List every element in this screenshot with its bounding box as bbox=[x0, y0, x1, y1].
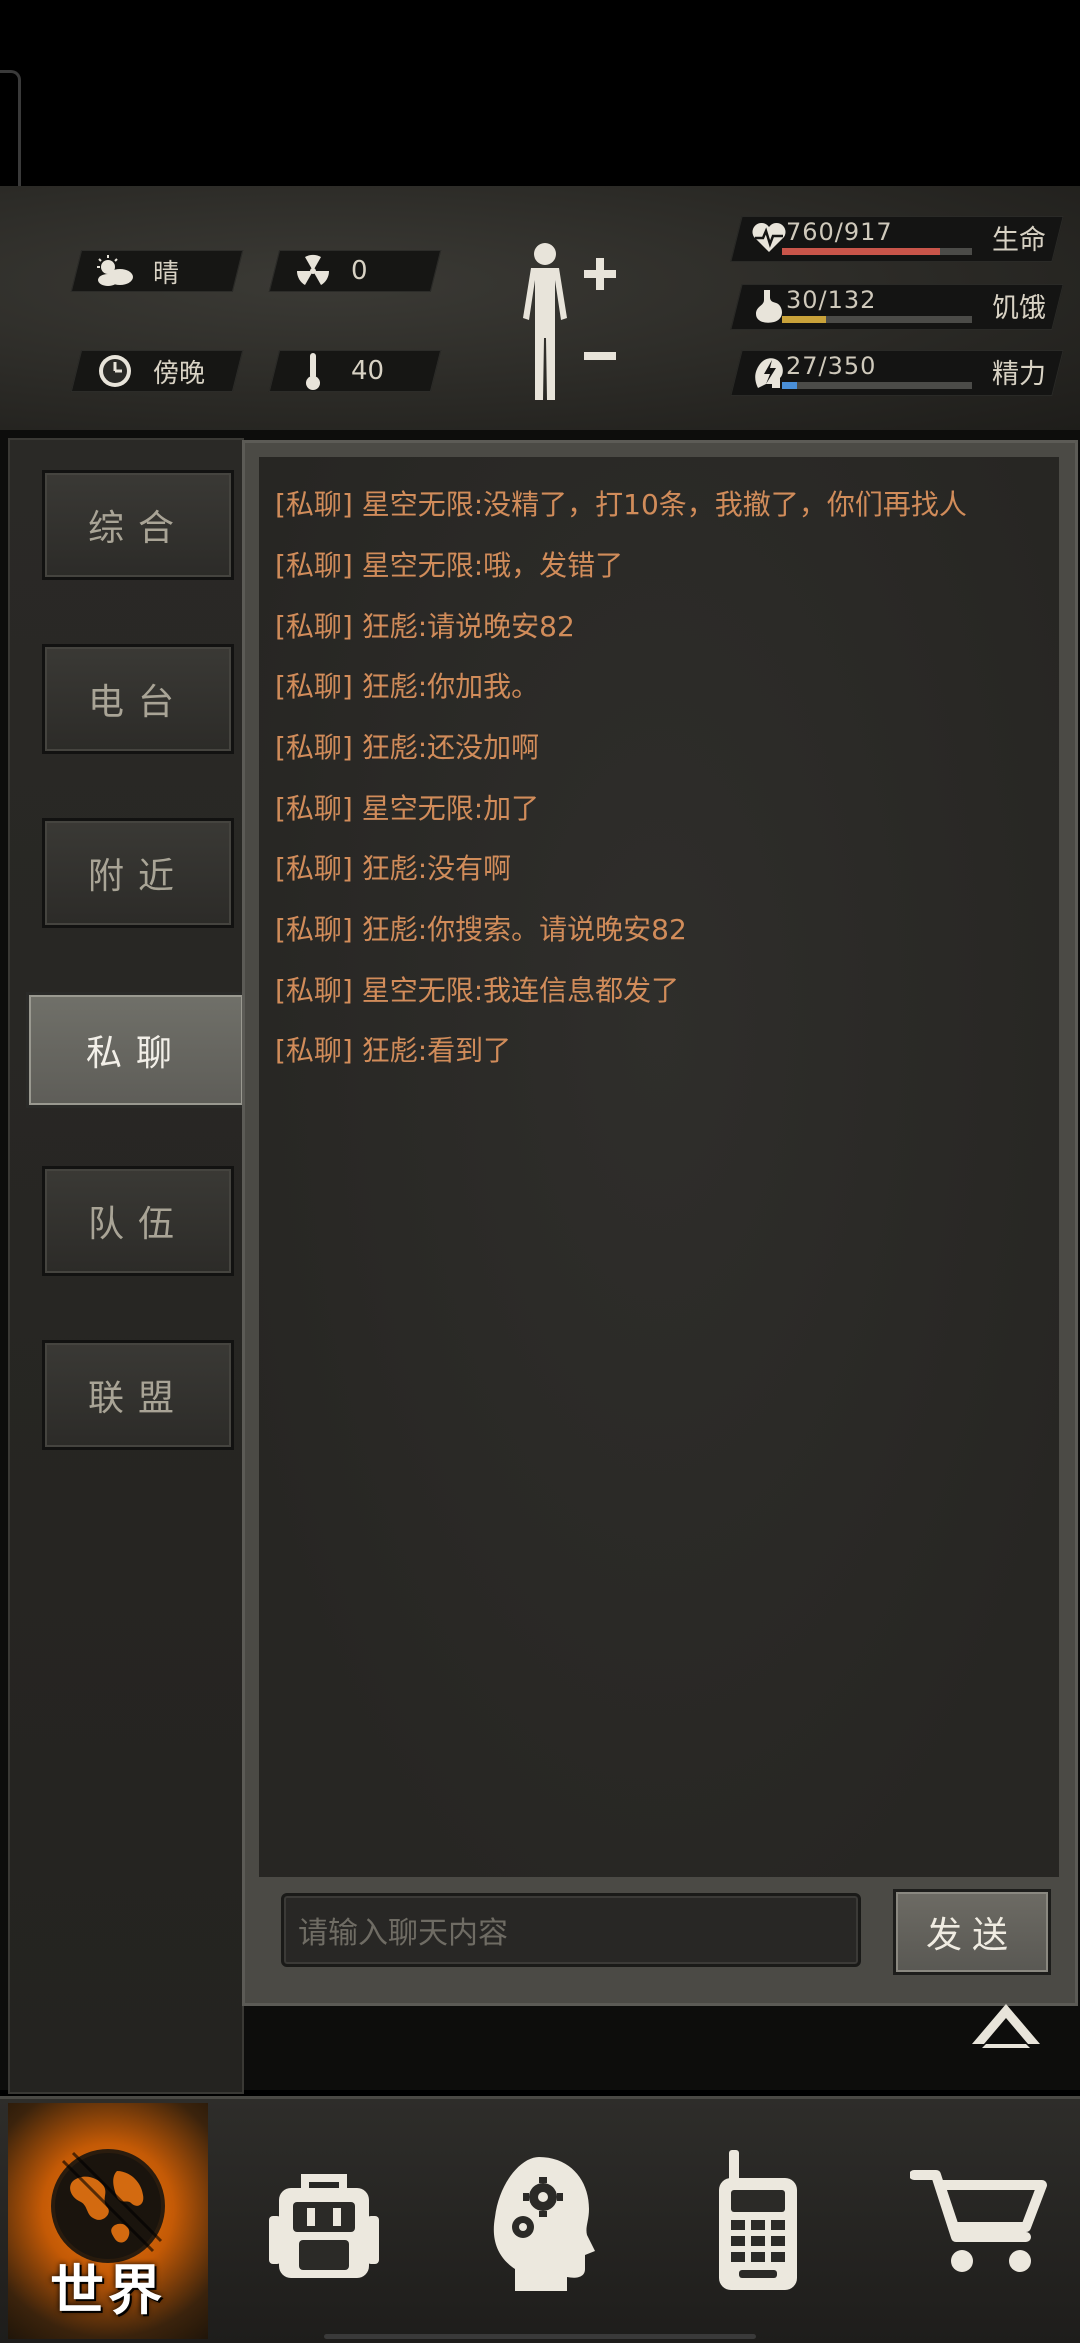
time-pill: 傍晚 bbox=[70, 350, 244, 392]
energy-stat: 27/350 精力 bbox=[730, 350, 1064, 396]
tab-nearby[interactable]: 附近 bbox=[42, 818, 234, 928]
nav-skills[interactable] bbox=[444, 2103, 640, 2339]
chat-panel: [私聊] 星空无限:没精了，打10条，我撤了，你们再找人 [私聊] 星空无限:哦… bbox=[242, 440, 1078, 2006]
chat-message: [私聊] 狂彪:还没加啊 bbox=[275, 731, 540, 764]
radiation-icon bbox=[291, 254, 335, 288]
nav-backpack[interactable] bbox=[226, 2103, 422, 2339]
bottom-nav: 世界 bbox=[0, 2096, 1080, 2343]
time-of-day-value: 傍晚 bbox=[153, 358, 206, 389]
hunger-bar-fill bbox=[782, 316, 826, 323]
walkie-talkie-icon bbox=[719, 2150, 797, 2290]
chat-input[interactable]: 请输入聊天内容 bbox=[281, 1893, 861, 1967]
energy-label: 精力 bbox=[992, 359, 1046, 390]
chat-message: [私聊] 狂彪:你加我。 bbox=[275, 670, 540, 703]
weather-pill: 晴 bbox=[70, 250, 244, 292]
thermometer-icon bbox=[291, 353, 335, 390]
temperature-value: 40 bbox=[351, 356, 385, 386]
partly-sunny-icon bbox=[93, 254, 137, 288]
nav-radio[interactable] bbox=[660, 2103, 856, 2339]
cart-icon bbox=[910, 2170, 1047, 2272]
hunger-bar bbox=[782, 316, 972, 323]
chat-message: [私聊] 狂彪:看到了 bbox=[275, 1034, 512, 1067]
chat-message: [私聊] 狂彪:没有啊 bbox=[275, 852, 512, 885]
collapse-up-icon[interactable] bbox=[968, 2000, 1044, 2052]
radiation-pill: 0 bbox=[268, 250, 442, 292]
health-value: 760/917 bbox=[786, 218, 893, 246]
chat-screen: 综合 电台 附近 私聊 队伍 联盟 [私聊] 星空无限:没精了，打10条，我撤了… bbox=[0, 430, 1080, 2094]
energy-bar-fill bbox=[782, 382, 797, 389]
health-stat: 760/917 生命 bbox=[730, 216, 1064, 262]
nav-world-label: 世界 bbox=[50, 2259, 166, 2322]
hunger-label: 饥饿 bbox=[992, 293, 1046, 324]
tab-radio[interactable]: 电台 bbox=[42, 644, 234, 754]
radiation-value: 0 bbox=[351, 256, 368, 286]
tab-team[interactable]: 队伍 bbox=[42, 1166, 234, 1276]
status-bar bbox=[0, 0, 1080, 186]
status-hud: 晴 0 傍晚 40 760/917 生命 30/132 饥饿 27/350 精力 bbox=[0, 186, 1080, 434]
chat-message: [私聊] 狂彪:请说晚安82 bbox=[275, 610, 575, 643]
chat-message: [私聊] 星空无限:加了 bbox=[275, 792, 540, 825]
body-status-icon[interactable] bbox=[518, 240, 628, 410]
tab-general[interactable]: 综合 bbox=[42, 470, 234, 580]
chat-log[interactable]: [私聊] 星空无限:没精了，打10条，我撤了，你们再找人 [私聊] 星空无限:哦… bbox=[259, 457, 1059, 1877]
hunger-value: 30/132 bbox=[786, 286, 877, 314]
nav-shop[interactable] bbox=[882, 2103, 1078, 2339]
health-bar bbox=[782, 248, 972, 255]
nav-world[interactable]: 世界 bbox=[8, 2103, 208, 2339]
health-label: 生命 bbox=[992, 225, 1046, 256]
backpack-icon bbox=[269, 2174, 379, 2278]
home-indicator bbox=[324, 2334, 756, 2339]
temperature-pill: 40 bbox=[268, 350, 442, 392]
clock-icon bbox=[93, 354, 137, 388]
tab-alliance[interactable]: 联盟 bbox=[42, 1340, 234, 1450]
tab-private-chat[interactable]: 私聊 bbox=[26, 992, 246, 1108]
send-button[interactable]: 发送 bbox=[893, 1889, 1051, 1975]
energy-bar bbox=[782, 382, 972, 389]
hunger-stat: 30/132 饥饿 bbox=[730, 284, 1064, 330]
weather-value: 晴 bbox=[153, 258, 180, 289]
chat-message: [私聊] 星空无限:我连信息都发了 bbox=[275, 974, 680, 1007]
health-bar-fill bbox=[782, 248, 940, 255]
chat-message: [私聊] 狂彪:你搜索。请说晚安82 bbox=[275, 913, 687, 946]
chat-message: [私聊] 星空无限:哦，发错了 bbox=[275, 549, 624, 582]
chat-message: [私聊] 星空无限:没精了，打10条，我撤了，你们再找人 bbox=[275, 488, 967, 521]
energy-value: 27/350 bbox=[786, 352, 877, 380]
head-gears-icon bbox=[493, 2157, 595, 2291]
